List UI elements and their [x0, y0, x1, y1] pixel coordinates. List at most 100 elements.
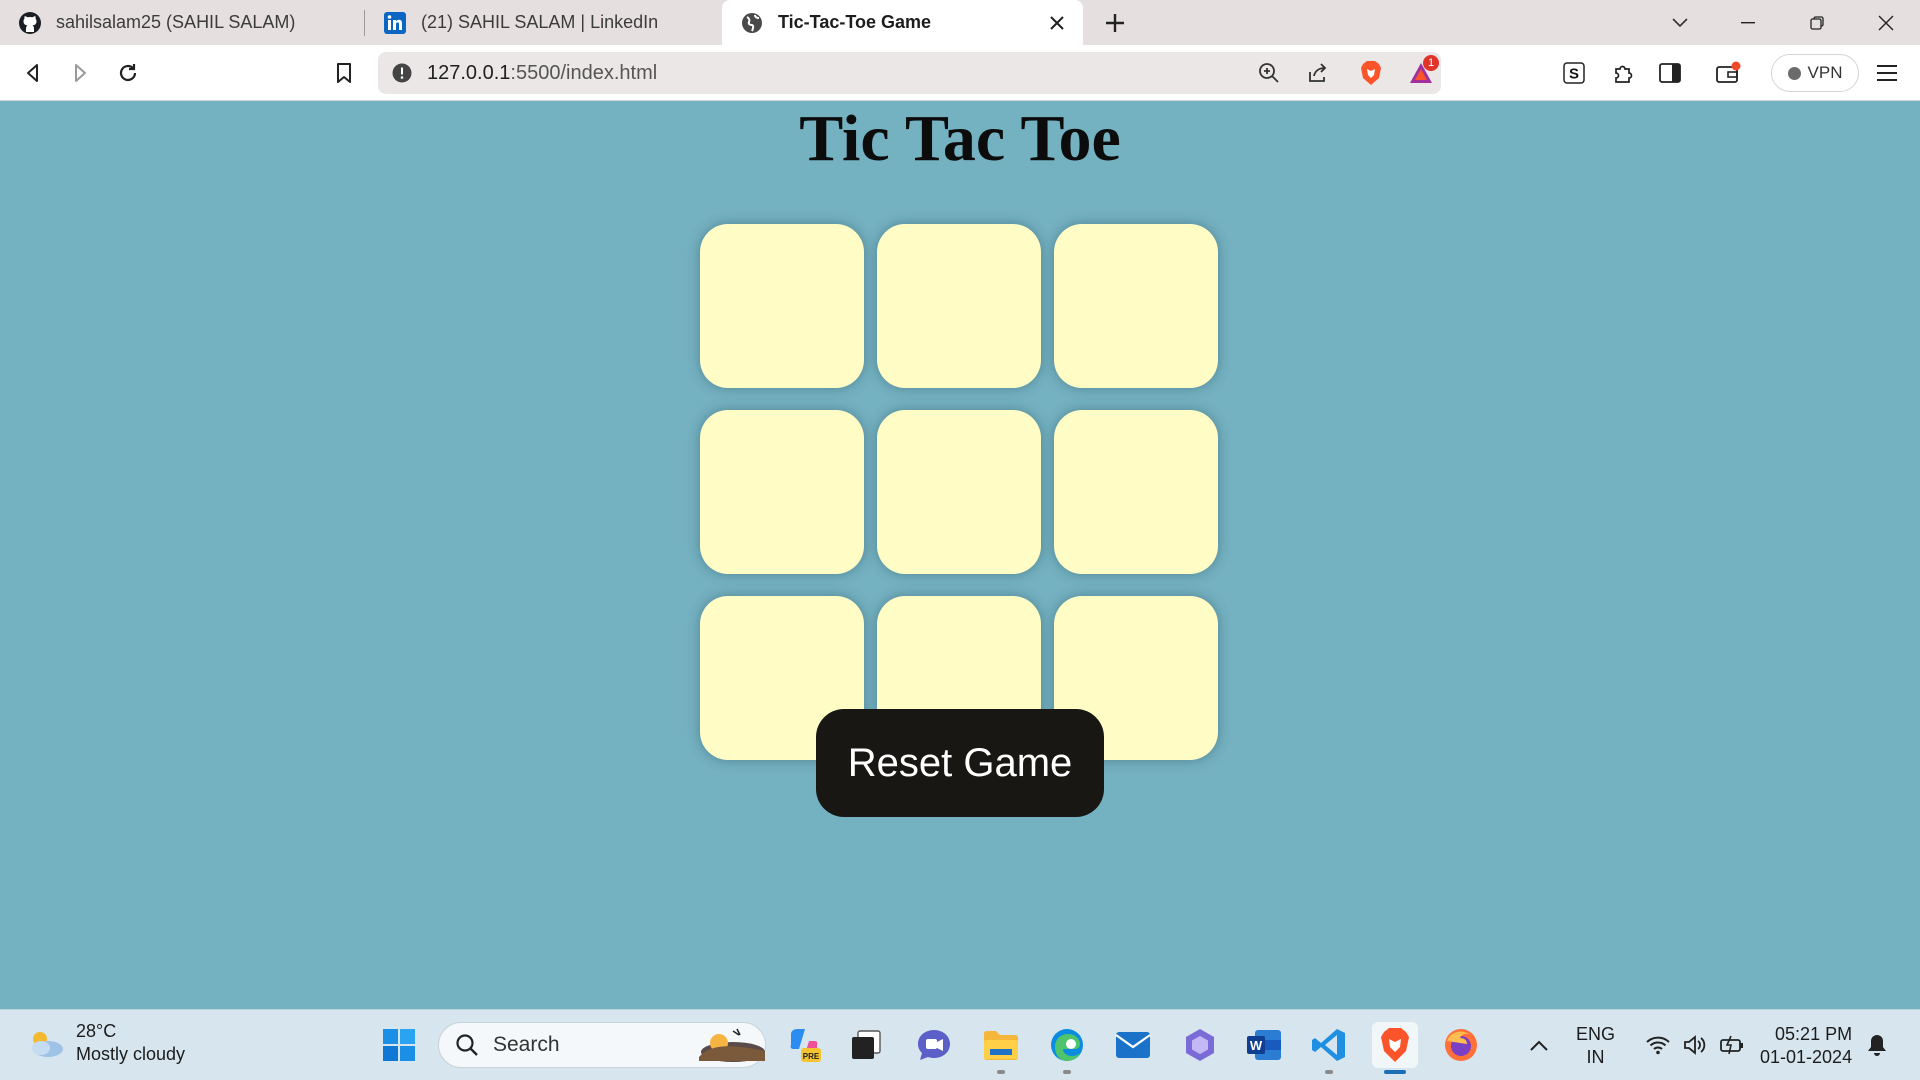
- windows-taskbar: 28°C Mostly cloudy Search PRE W ENG IN 0…: [0, 1009, 1920, 1080]
- browser-tab-strip: sahilsalam25 (SAHIL SALAM) (21) SAHIL SA…: [0, 0, 1920, 45]
- battery-charging-icon: [1720, 1035, 1743, 1055]
- firefox-button[interactable]: [1438, 1022, 1484, 1068]
- restore-button[interactable]: [1782, 0, 1851, 45]
- window-controls: [1713, 0, 1920, 45]
- github-icon: [18, 11, 42, 35]
- copilot-app-button[interactable]: [1177, 1022, 1223, 1068]
- folder-icon: [984, 1031, 1018, 1060]
- edge-browser-button[interactable]: [1044, 1022, 1090, 1074]
- chevron-down-icon: [1672, 17, 1688, 27]
- skype-extension-button[interactable]: S: [1554, 53, 1594, 93]
- tab-title: (21) SAHIL SALAM | LinkedIn: [421, 12, 659, 32]
- language-region: IN: [1586, 1047, 1605, 1067]
- forward-button[interactable]: [60, 53, 100, 93]
- sidebar-icon: [1659, 63, 1681, 83]
- active-window-indicator: [1384, 1070, 1406, 1074]
- start-button[interactable]: [376, 1022, 422, 1068]
- new-tab-button[interactable]: [1095, 0, 1135, 45]
- bookmark-button[interactable]: [324, 53, 364, 93]
- extensions-button[interactable]: [1603, 53, 1643, 93]
- board-cell-6[interactable]: [1054, 410, 1218, 574]
- zoom-button[interactable]: [1249, 53, 1289, 93]
- teams-chat-button[interactable]: [911, 1022, 957, 1068]
- vpn-label: VPN: [1807, 63, 1843, 82]
- bell-icon: [1868, 1035, 1886, 1056]
- clock-date: 01-01-2024: [1760, 1047, 1853, 1067]
- url-text: 127.0.0.1:5500/index.html: [427, 62, 1249, 85]
- volume-icon: [1684, 1035, 1706, 1055]
- game-page: Tic Tac Toe: [0, 102, 1920, 1009]
- s-extension-icon: S: [1563, 62, 1585, 84]
- file-explorer-button[interactable]: [978, 1022, 1024, 1074]
- clock-time: 05:21 PM: [1775, 1024, 1853, 1044]
- taskbar-clock[interactable]: 05:21 PM 01-01-2024: [1760, 1023, 1852, 1069]
- search-highlight-landscape-icon: [699, 1028, 765, 1062]
- wallet-icon: [1716, 61, 1741, 83]
- share-button[interactable]: [1297, 53, 1337, 93]
- reload-icon: [119, 64, 137, 82]
- brave-rewards-button[interactable]: 1: [1401, 53, 1441, 93]
- close-window-button[interactable]: [1851, 0, 1920, 45]
- mail-icon: [1115, 1032, 1151, 1058]
- minimize-icon: [1740, 21, 1755, 23]
- language-code: ENG: [1576, 1024, 1616, 1044]
- back-button[interactable]: [13, 53, 53, 93]
- vpn-button[interactable]: VPN: [1771, 54, 1859, 92]
- share-icon: [1309, 63, 1327, 82]
- weather-widget[interactable]: 28°C Mostly cloudy: [26, 1020, 185, 1066]
- brave-browser-button[interactable]: [1372, 1022, 1418, 1074]
- running-indicator: [997, 1070, 1005, 1074]
- copilot-button[interactable]: PRE: [781, 1022, 827, 1068]
- sidebar-toggle-button[interactable]: [1650, 53, 1690, 93]
- notifications-button[interactable]: [1862, 1022, 1892, 1068]
- tab-search-button[interactable]: [1660, 0, 1700, 45]
- windows-logo-icon: [383, 1029, 415, 1061]
- weather-temperature: 28°C: [76, 1021, 117, 1041]
- system-tray-status[interactable]: [1640, 1022, 1750, 1068]
- show-hidden-icons-button[interactable]: [1524, 1022, 1554, 1068]
- site-info-icon[interactable]: [391, 62, 413, 84]
- vpn-status-icon: [1787, 66, 1801, 80]
- tab-github[interactable]: sahilsalam25 (SAHIL SALAM): [0, 0, 365, 45]
- reset-game-button[interactable]: Reset Game: [816, 709, 1104, 817]
- mail-button[interactable]: [1110, 1022, 1156, 1068]
- close-tab-icon[interactable]: [1045, 11, 1069, 35]
- board-cell-2[interactable]: [877, 224, 1041, 388]
- brave-icon: [1381, 1028, 1409, 1062]
- word-button[interactable]: W: [1241, 1022, 1287, 1068]
- page-title: Tic Tac Toe: [799, 102, 1121, 175]
- tab-title: Tic-Tac-Toe Game: [778, 12, 932, 32]
- linkedin-icon: [383, 11, 407, 35]
- tab-linkedin[interactable]: (21) SAHIL SALAM | LinkedIn: [365, 0, 722, 45]
- puzzle-piece-icon: [1615, 65, 1633, 83]
- task-view-icon: [852, 1030, 881, 1059]
- running-indicator: [1063, 1070, 1071, 1074]
- input-language-indicator[interactable]: ENG IN: [1576, 1023, 1615, 1069]
- board-cell-4[interactable]: [700, 410, 864, 574]
- browser-menu-button[interactable]: [1867, 53, 1907, 93]
- reload-button[interactable]: [108, 53, 148, 93]
- taskbar-search-box[interactable]: Search: [438, 1022, 766, 1068]
- brave-shields-button[interactable]: [1351, 53, 1391, 93]
- task-view-button[interactable]: [843, 1022, 889, 1068]
- tab-tic-tac-toe[interactable]: Tic-Tac-Toe Game: [722, 0, 1083, 45]
- minimize-button[interactable]: [1713, 0, 1782, 45]
- url-host: 127.0.0.1: [427, 61, 511, 84]
- address-bar[interactable]: 127.0.0.1:5500/index.html 1: [378, 52, 1441, 94]
- firefox-icon: [1445, 1029, 1477, 1061]
- plus-icon: [1106, 13, 1124, 32]
- close-icon: [1878, 15, 1893, 30]
- globe-icon: [740, 11, 764, 35]
- bookmark-icon: [337, 63, 351, 83]
- vscode-button[interactable]: [1306, 1022, 1352, 1074]
- restore-icon: [1809, 15, 1824, 30]
- svg-text:W: W: [1250, 1038, 1263, 1053]
- wallet-button[interactable]: [1708, 53, 1748, 93]
- svg-text:PRE: PRE: [803, 1052, 820, 1061]
- hamburger-menu-icon: [1877, 65, 1897, 81]
- word-icon: W: [1247, 1030, 1281, 1060]
- board-cell-3[interactable]: [1054, 224, 1218, 388]
- chat-icon: [918, 1030, 950, 1060]
- board-cell-1[interactable]: [700, 224, 864, 388]
- board-cell-5[interactable]: [877, 410, 1041, 574]
